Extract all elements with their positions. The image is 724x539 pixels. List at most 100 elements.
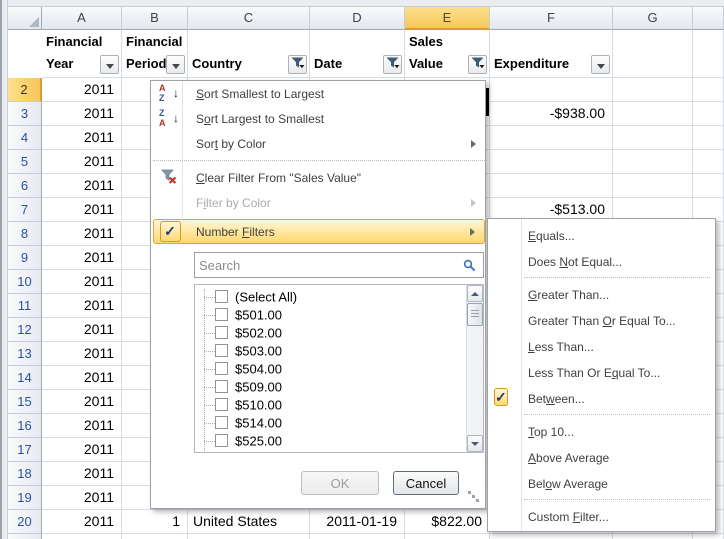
column-header-a[interactable]: A [42,7,122,30]
row-header-2[interactable]: 2 [8,78,42,102]
header-cell-g[interactable] [613,30,693,78]
menu-item-sort-largest-to-smallest[interactable]: ZA↓Sort Largest to Smallest [153,106,485,131]
checkbox-icon[interactable] [215,398,228,411]
search-input[interactable] [199,255,447,275]
cell-a15[interactable]: 2011 [42,390,122,414]
scrollbar-thumb[interactable] [467,303,483,326]
header-cell-a[interactable]: FinancialYear [42,30,122,78]
cell-f4[interactable] [490,126,613,150]
column-header-g[interactable]: G [613,7,693,30]
checkbox-icon[interactable] [215,362,228,375]
cell-g4[interactable] [613,126,693,150]
cell-f5[interactable] [490,150,613,174]
cell-a11[interactable]: 2011 [42,294,122,318]
checkbox-icon[interactable] [215,380,228,393]
resize-grip-icon[interactable] [476,499,479,502]
cell-a6[interactable]: 2011 [42,174,122,198]
header-cell-b[interactable]: FinancialPeriod [122,30,188,78]
cell-h3[interactable] [693,102,724,126]
cell-a19[interactable]: 2011 [42,486,122,510]
cell-e20[interactable]: $822.00 [405,510,490,534]
column-header-partial[interactable] [693,7,724,30]
filter-button-financial-year[interactable] [100,55,119,74]
cell-g2[interactable] [613,78,693,102]
submenu-item-top-10[interactable]: Top 10... [490,419,715,445]
checkbox-icon[interactable] [215,344,228,357]
grid-cell[interactable] [122,534,188,539]
cell-h6[interactable] [693,174,724,198]
scrollbar[interactable] [466,285,483,452]
filter-button-expenditure[interactable] [591,55,610,74]
menu-item-sort-by-color[interactable]: Sort by Color [153,131,485,156]
grid-cell[interactable] [693,534,724,539]
cell-h5[interactable] [693,150,724,174]
filter-value-select-all[interactable]: (Select All) [195,288,466,306]
filter-value-510-00[interactable]: $510.00 [195,396,466,414]
header-cell-c[interactable]: Country [188,30,310,78]
column-header-d[interactable]: D [310,7,405,30]
cell-a5[interactable]: 2011 [42,150,122,174]
column-header-c[interactable]: C [188,7,310,30]
grid-cell[interactable] [310,534,405,539]
cell-f2[interactable] [490,78,613,102]
menu-item-filter-by-color[interactable]: Filter by Color [153,190,485,215]
row-header-18[interactable]: 18 [8,462,42,486]
cell-a12[interactable]: 2011 [42,318,122,342]
submenu-item-below-average[interactable]: Below Average [490,471,715,497]
checkbox-icon[interactable] [215,434,228,447]
column-header-f[interactable]: F [490,7,613,30]
grid-cell[interactable] [188,534,310,539]
row-header-17[interactable]: 17 [8,438,42,462]
cell-a17[interactable]: 2011 [42,438,122,462]
filter-value-501-00[interactable]: $501.00 [195,306,466,324]
submenu-item-less-than[interactable]: Less Than... [490,334,715,360]
checkbox-icon[interactable] [215,308,228,321]
submenu-item-less-than-or-equal-to[interactable]: Less Than Or Equal To... [490,360,715,386]
filter-button-sales-value[interactable] [468,55,487,74]
header-cell-e[interactable]: SalesValue [405,30,490,78]
filter-value-partial[interactable] [195,450,466,452]
row-header-partial[interactable] [8,534,42,539]
submenu-item-above-average[interactable]: Above Average [490,445,715,471]
cell-f6[interactable] [490,174,613,198]
row-header-15[interactable]: 15 [8,390,42,414]
row-header-16[interactable]: 16 [8,414,42,438]
row-header-5[interactable]: 5 [8,150,42,174]
cell-a4[interactable]: 2011 [42,126,122,150]
row-header-7[interactable]: 7 [8,198,42,222]
menu-item-sort-smallest-to-largest[interactable]: AZ↓Sort Smallest to Largest [153,81,485,106]
cell-a7[interactable]: 2011 [42,198,122,222]
column-header-e[interactable]: E [405,7,490,30]
cell-a13[interactable]: 2011 [42,342,122,366]
grid-cell[interactable] [405,534,490,539]
row-header-8[interactable]: 8 [8,222,42,246]
cell-a18[interactable]: 2011 [42,462,122,486]
cell-a14[interactable]: 2011 [42,366,122,390]
column-header-b[interactable]: B [122,7,188,30]
cell-a16[interactable]: 2011 [42,414,122,438]
checkbox-icon[interactable] [215,416,228,429]
row-header-14[interactable]: 14 [8,366,42,390]
submenu-item-greater-than-or-equal-to[interactable]: Greater Than Or Equal To... [490,308,715,334]
cell-g6[interactable] [613,174,693,198]
cell-a10[interactable]: 2011 [42,270,122,294]
row-header-3[interactable]: 3 [8,102,42,126]
filter-value-525-00[interactable]: $525.00 [195,432,466,450]
checkbox-icon[interactable] [215,290,228,303]
submenu-item-custom-filter[interactable]: Custom Filter... [490,504,715,530]
grid-cell[interactable] [490,534,613,539]
cell-a3[interactable]: 2011 [42,102,122,126]
scroll-down-button[interactable] [467,435,483,452]
cell-d20[interactable]: 2011-01-19 [310,510,405,534]
cell-a2[interactable]: 2011 [42,78,122,102]
row-header-12[interactable]: 12 [8,318,42,342]
filter-value-503-00[interactable]: $503.00 [195,342,466,360]
cancel-button[interactable]: Cancel [393,471,459,495]
cell-f3[interactable]: -$938.00 [490,102,613,126]
submenu-item-does-not-equal[interactable]: Does Not Equal... [490,249,715,275]
filter-button-date[interactable] [383,55,402,74]
cell-b20[interactable]: 1 [122,510,188,534]
row-header-10[interactable]: 10 [8,270,42,294]
cell-a9[interactable]: 2011 [42,246,122,270]
filter-button-country[interactable] [288,55,307,74]
